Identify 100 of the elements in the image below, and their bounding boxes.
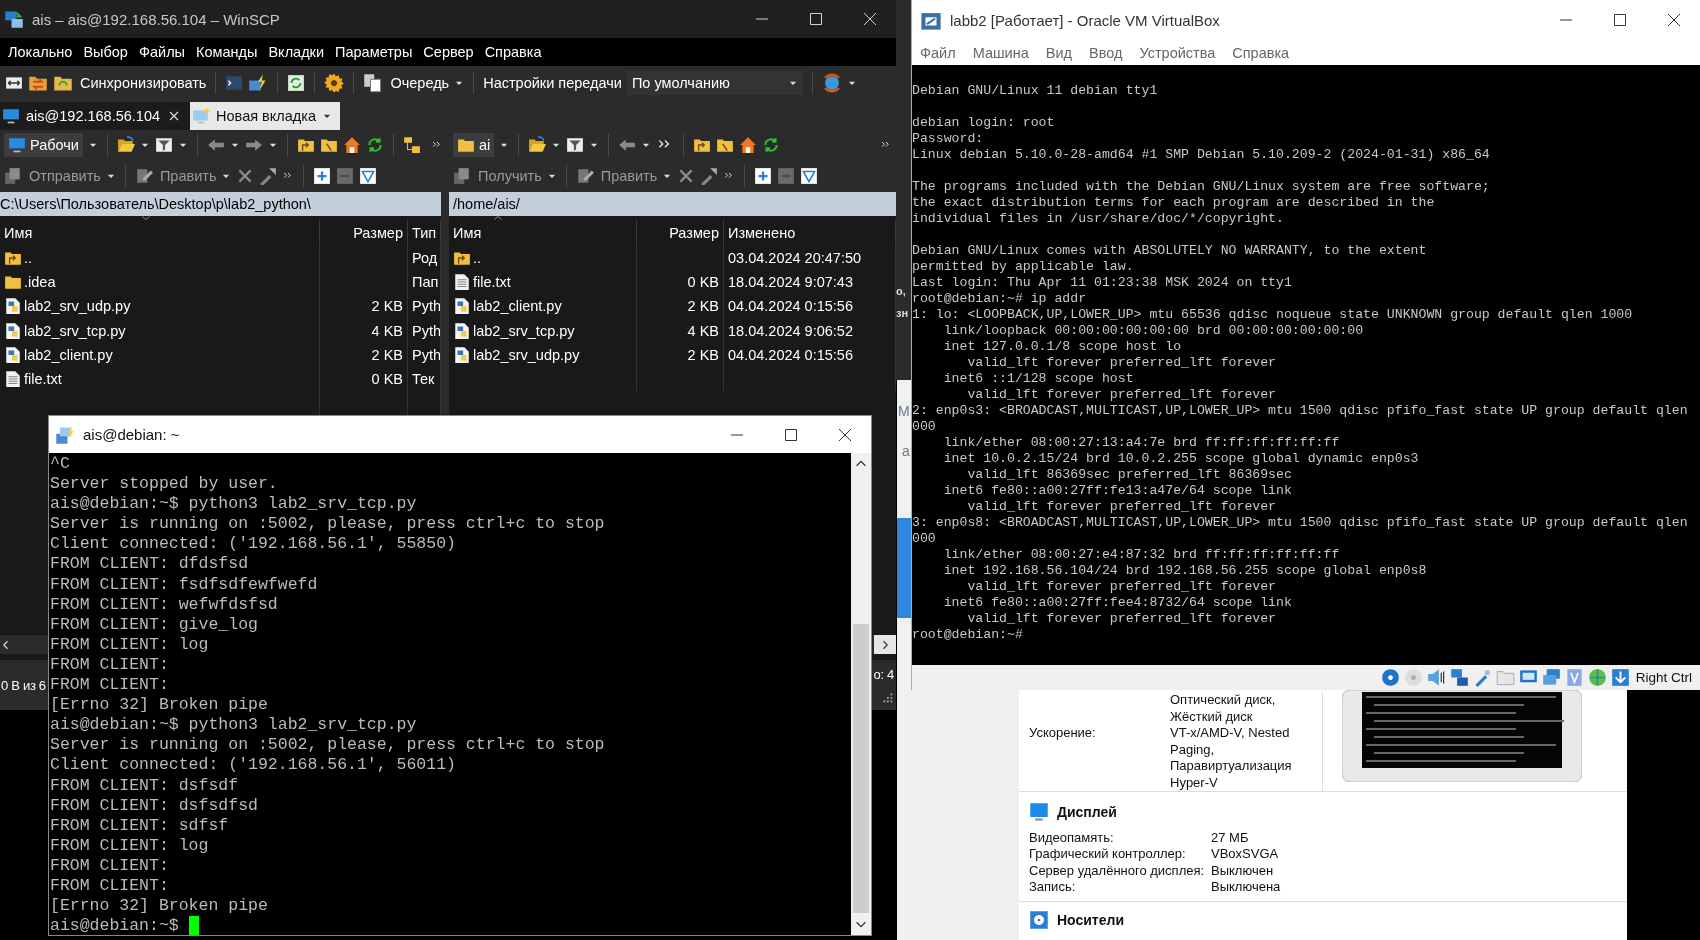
menu-item[interactable]: Файл <box>920 44 956 61</box>
file-name-cell[interactable]: file.txt <box>449 270 637 295</box>
file-name-cell[interactable]: lab2_client.py <box>449 294 637 319</box>
display-icon <box>1029 802 1049 822</box>
scrollbar[interactable] <box>851 453 871 935</box>
maximize-icon[interactable] <box>783 426 799 443</box>
file-name-cell[interactable]: file.txt <box>0 366 320 392</box>
menu-item[interactable]: Сервер <box>423 44 474 60</box>
globe-sync-icon[interactable] <box>821 72 842 93</box>
console-line: valid_lft forever preferred_lft forever <box>966 499 1278 515</box>
filter-icon[interactable] <box>154 136 173 154</box>
column-header[interactable]: Размер <box>637 220 724 246</box>
file-name-cell[interactable]: lab2_srv_udp.py <box>0 294 320 319</box>
screens-icon[interactable] <box>1541 668 1561 687</box>
property-value: VBoxSVGA <box>1211 846 1279 863</box>
terminal-icon[interactable] <box>225 73 244 92</box>
file-name-cell[interactable]: .idea <box>0 270 320 295</box>
file-name-cell[interactable]: lab2_srv_udp.py <box>449 342 637 367</box>
section-title: Дисплей <box>1057 804 1117 820</box>
menu-item[interactable]: Справка <box>484 44 542 60</box>
home-icon[interactable] <box>739 136 758 154</box>
root-folder-icon[interactable] <box>716 136 735 154</box>
menu-item[interactable]: Параметры <box>335 44 413 60</box>
transfer-settings-dropdown[interactable]: По умолчанию <box>626 70 803 95</box>
open-folder-icon[interactable] <box>528 136 547 154</box>
terminal[interactable] <box>49 453 851 935</box>
parent-folder-icon[interactable] <box>693 136 712 154</box>
speaker-icon[interactable] <box>1426 668 1446 687</box>
column-header[interactable]: Изменено <box>724 220 896 246</box>
filter-select-icon[interactable] <box>800 167 819 185</box>
scroll-thumb[interactable] <box>853 623 869 913</box>
properties-icon[interactable] <box>259 167 278 185</box>
disk-icon[interactable] <box>1380 668 1400 687</box>
synchronize-button[interactable]: Синхронизировать <box>53 72 207 93</box>
transfer-button[interactable]: Получить <box>453 167 542 185</box>
property-value: Hyper-V <box>1170 774 1219 791</box>
location-dropdown[interactable]: Рабочи <box>4 133 83 157</box>
gear-icon[interactable] <box>324 72 345 93</box>
property-label: Запись: <box>1029 878 1077 896</box>
property-value: 27 МБ <box>1211 830 1249 847</box>
vm-console[interactable] <box>912 65 1700 665</box>
filter-select-icon[interactable] <box>359 167 378 185</box>
maximize-icon[interactable] <box>808 11 824 27</box>
maximize-icon[interactable] <box>1612 12 1628 28</box>
queue-button[interactable]: Очередь <box>363 72 450 93</box>
column-header[interactable]: Имя <box>0 220 320 246</box>
column-header[interactable]: Размер <box>320 220 408 246</box>
tab[interactable]: Новая вкладка <box>190 102 340 130</box>
file-name-cell[interactable]: lab2_srv_tcp.py <box>449 318 637 343</box>
home-icon[interactable] <box>342 136 361 154</box>
location-dropdown[interactable]: ai <box>453 133 495 157</box>
menu-item[interactable]: Файлы <box>138 44 185 60</box>
open-folder-icon[interactable] <box>116 136 135 154</box>
console-line: valid_lft forever preferred_lft forever <box>966 579 1278 595</box>
menu-item[interactable]: Вид <box>1045 44 1072 61</box>
refresh-icon[interactable] <box>762 136 781 154</box>
edit-icon <box>575 167 594 185</box>
edit-button[interactable]: Править <box>575 167 658 185</box>
globe-icon[interactable] <box>1587 668 1607 687</box>
menu-item[interactable]: Ввод <box>1089 44 1123 61</box>
menu-item[interactable]: Справка <box>1232 44 1290 61</box>
parent-folder-icon <box>4 249 22 268</box>
refresh-icon[interactable] <box>287 73 306 92</box>
menu-item[interactable]: Команды <box>196 44 258 60</box>
tab[interactable]: ais@192.168.56.104 <box>0 102 191 130</box>
terminal-line: ais@debian:~$ python3 lab2_srv_tcp.py <box>50 494 418 515</box>
copy-icon <box>4 167 22 185</box>
file-name-cell[interactable]: lab2_client.py <box>0 342 320 367</box>
path-bar[interactable]: C:\Users\Пользователь\Desktop\p\lab2_python\ <box>0 192 441 216</box>
plus-icon[interactable] <box>313 167 332 185</box>
properties-icon[interactable] <box>700 167 719 185</box>
menu-item[interactable]: Машина <box>972 44 1029 61</box>
network-icon[interactable] <box>1449 668 1469 687</box>
file-name-cell[interactable]: .. <box>0 246 320 271</box>
menu-item[interactable]: Выбор <box>83 44 128 60</box>
edit-button[interactable]: Править <box>134 167 217 185</box>
terminal-line: FROM CLIENT: <box>50 855 170 876</box>
menu-item[interactable]: Устройства <box>1139 44 1216 61</box>
python-file-icon <box>453 345 471 364</box>
filter-icon[interactable] <box>566 136 585 154</box>
console-line: permitted by applicable law. <box>912 259 1135 275</box>
plus-icon[interactable] <box>754 167 773 185</box>
terminal-line: FROM CLIENT: dfdsfsd <box>50 554 250 575</box>
refresh-icon[interactable] <box>365 136 384 154</box>
close-icon[interactable] <box>837 426 853 443</box>
parent-folder-icon[interactable] <box>296 136 315 154</box>
close-icon[interactable] <box>1666 12 1682 28</box>
menu-item[interactable]: Вкладки <box>268 44 325 60</box>
root-folder-icon[interactable] <box>319 136 338 154</box>
file-name-cell[interactable]: lab2_srv_tcp.py <box>0 318 320 343</box>
folder-tree-icon[interactable] <box>402 136 421 154</box>
console-line: link/loopback 00:00:00:00:00:00 brd 00:00:00:00:00:00 <box>942 323 1365 339</box>
column-header[interactable]: Имя <box>449 220 637 246</box>
transfer-button[interactable]: Отправить <box>4 167 101 185</box>
file-name: lab2_srv_tcp.py <box>24 322 126 339</box>
menu-item[interactable]: Локально <box>8 44 73 60</box>
console-line: inet 10.0.2.15/24 brd 10.0.2.255 scope global dynamic enp0s3 <box>942 451 1420 467</box>
file-name: file.txt <box>24 371 62 388</box>
file-name-cell[interactable]: .. <box>449 246 637 271</box>
path-bar[interactable]: /home/ais/ <box>449 192 896 216</box>
